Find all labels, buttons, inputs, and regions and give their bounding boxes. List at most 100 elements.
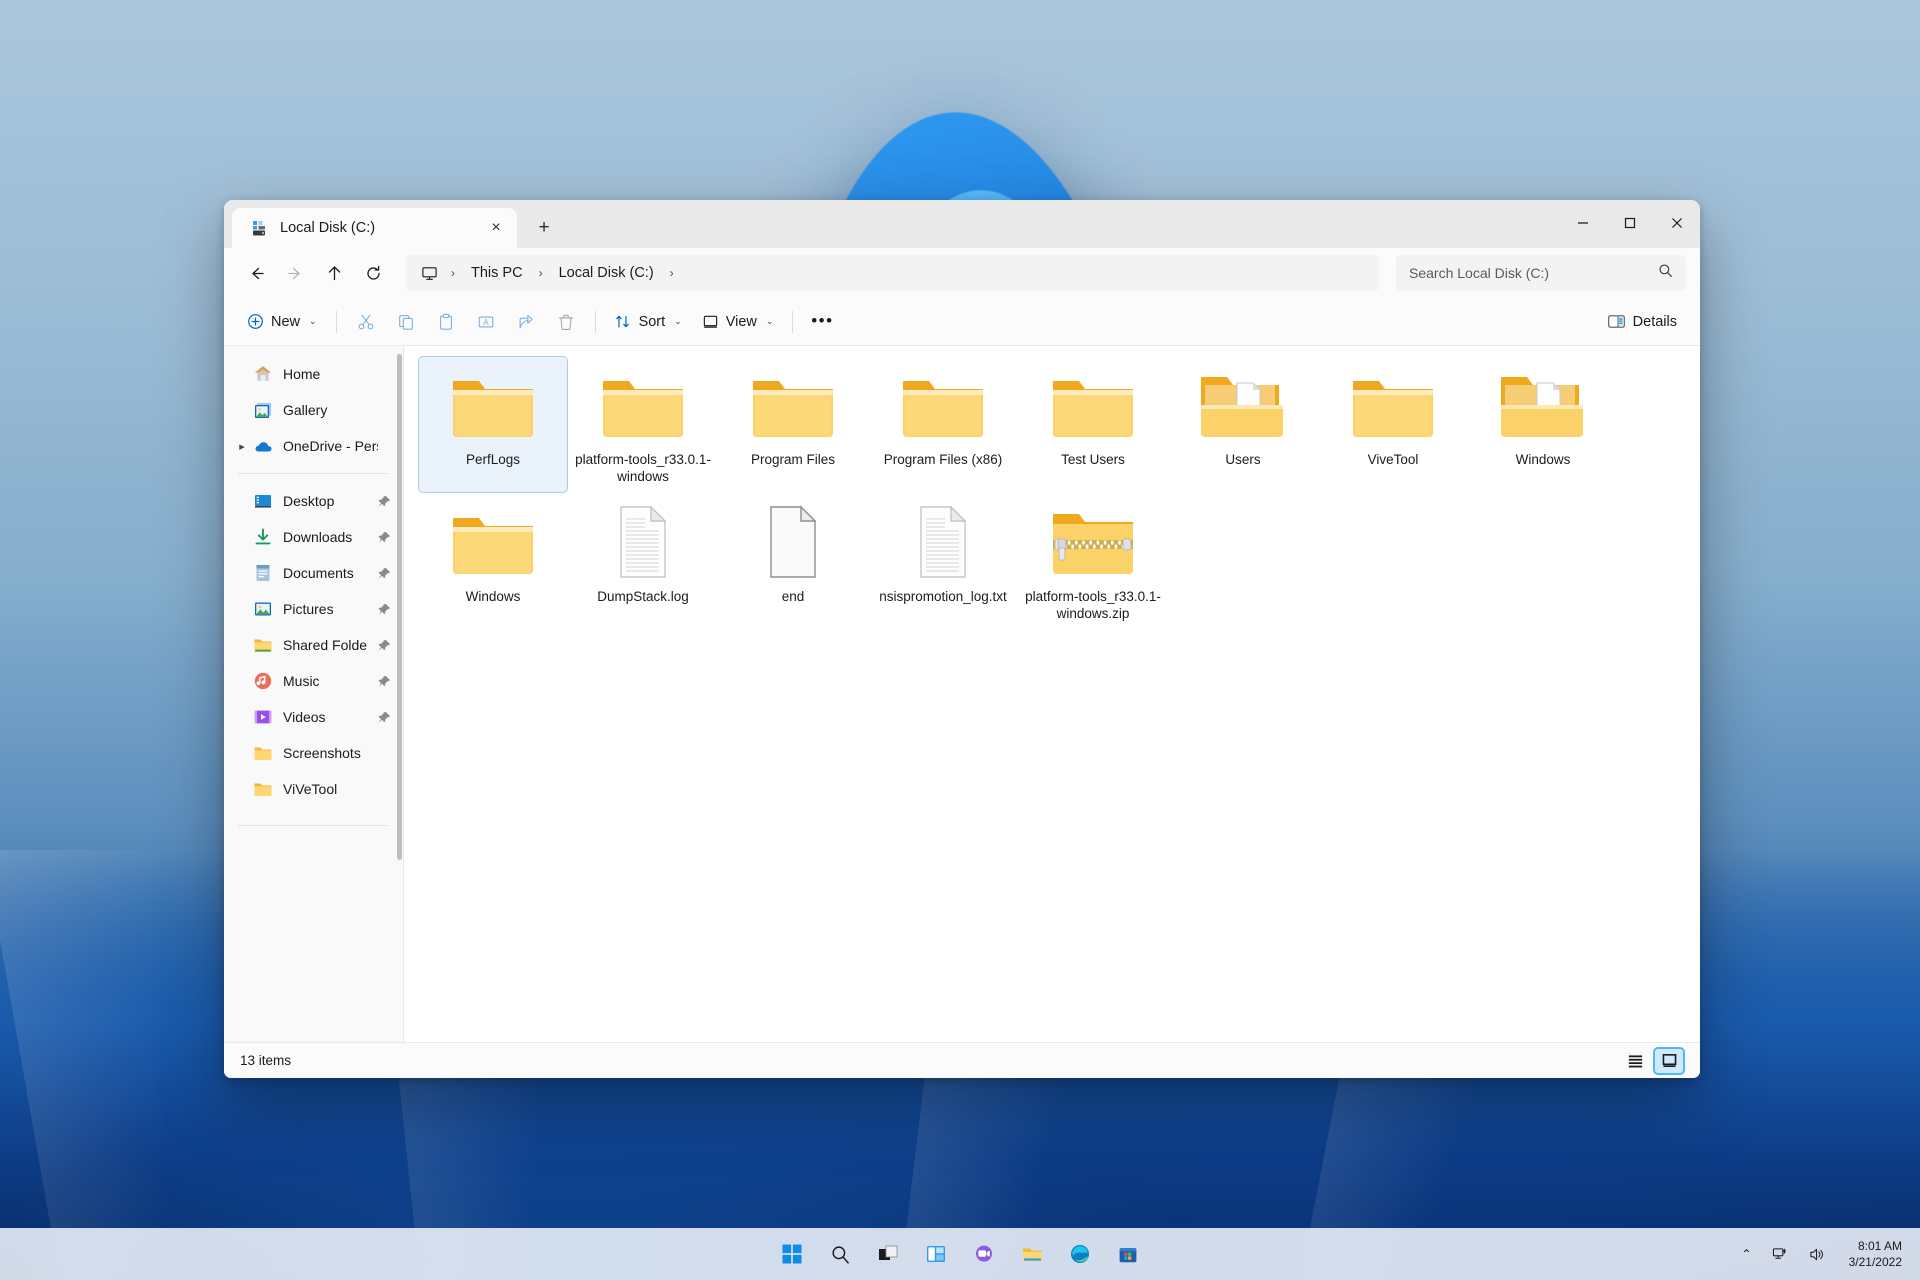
pin-icon[interactable] xyxy=(378,711,396,724)
network-button[interactable] xyxy=(1767,1237,1794,1271)
folder-icon xyxy=(252,742,274,764)
file-list-view[interactable]: PerfLogs platform-tools_r33.0.1-windows … xyxy=(404,346,1700,1042)
file-item[interactable]: Test Users xyxy=(1018,356,1168,493)
edge-button[interactable] xyxy=(1061,1235,1099,1273)
sidebar-item-onedrive[interactable]: ▸ OneDrive - Pers xyxy=(228,428,396,464)
new-button[interactable]: New ⌄ xyxy=(238,305,326,339)
breadcrumb-separator-2[interactable]: › xyxy=(665,266,679,280)
chevron-up-icon: ⌃ xyxy=(1741,1247,1752,1261)
sidebar-item-documents[interactable]: Documents xyxy=(228,555,396,591)
new-tab-button[interactable]: + xyxy=(529,213,559,243)
file-item[interactable]: end xyxy=(718,493,868,630)
videos-icon xyxy=(252,706,274,728)
sidebar-item-gallery[interactable]: Gallery xyxy=(228,392,396,428)
pictures-icon xyxy=(252,598,274,620)
forward-button[interactable] xyxy=(277,255,313,291)
clock-time: 8:01 AM xyxy=(1857,1238,1902,1253)
sidebar-item-label: Pictures xyxy=(283,601,334,617)
clock[interactable]: 8:01 AM 3/21/2022 xyxy=(1841,1234,1910,1274)
sidebar-item-pictures[interactable]: Pictures xyxy=(228,591,396,627)
tab-local-disk-c[interactable]: Local Disk (C:) × xyxy=(232,208,517,248)
file-item[interactable]: DumpStack.log xyxy=(568,493,718,630)
file-item-label: end xyxy=(781,588,805,604)
file-item[interactable]: ViveTool xyxy=(1318,356,1468,493)
window-body: Home Gallery ▸ OneDrive - Pers Desktop D… xyxy=(224,346,1700,1042)
pin-icon[interactable] xyxy=(378,567,396,580)
file-item-label: Test Users xyxy=(1061,452,1125,467)
search-input[interactable] xyxy=(1409,265,1658,281)
sidebar-item-label: Gallery xyxy=(283,402,328,418)
rename-button[interactable]: A xyxy=(467,305,505,339)
folder-icon xyxy=(895,365,991,445)
sort-button[interactable]: Sort ⌄ xyxy=(606,305,691,339)
paste-button[interactable] xyxy=(427,305,465,339)
file-blank-icon xyxy=(745,502,841,582)
pin-icon[interactable] xyxy=(378,639,396,652)
task-view-button[interactable] xyxy=(869,1235,907,1273)
pin-icon[interactable] xyxy=(378,675,396,688)
chat-button[interactable] xyxy=(965,1235,1003,1273)
volume-button[interactable] xyxy=(1804,1237,1831,1271)
sidebar-item-desktop[interactable]: Desktop xyxy=(228,483,396,519)
pin-icon[interactable] xyxy=(378,531,396,544)
sidebar-item-shared-folder[interactable]: Shared Folde xyxy=(228,627,396,663)
file-item[interactable]: Program Files xyxy=(718,356,868,493)
toolbar-divider-3 xyxy=(792,310,794,333)
new-button-label: New xyxy=(271,313,301,330)
file-zip-icon xyxy=(1045,502,1141,582)
search-icon[interactable] xyxy=(1658,263,1673,283)
address-bar[interactable]: › This PC › Local Disk (C:) › xyxy=(406,255,1379,291)
status-bar: 13 items xyxy=(224,1042,1700,1078)
close-window-button[interactable] xyxy=(1653,200,1700,246)
sidebar-item-music[interactable]: Music xyxy=(228,663,396,699)
sidebar-scrollbar[interactable] xyxy=(397,354,402,860)
breadcrumb-this-pc[interactable]: This PC xyxy=(462,261,532,285)
store-button[interactable] xyxy=(1109,1235,1147,1273)
maximize-button[interactable] xyxy=(1606,200,1653,246)
delete-button[interactable] xyxy=(547,305,585,339)
sidebar-item-vivetool[interactable]: ViVeTool xyxy=(228,771,396,807)
view-button[interactable]: View ⌄ xyxy=(693,305,783,339)
details-pane-button[interactable]: Details xyxy=(1598,305,1686,339)
close-tab-button[interactable]: × xyxy=(481,213,511,243)
chevron-down-icon: ⌄ xyxy=(309,316,317,326)
file-item[interactable]: nsispromotion_log.txt xyxy=(868,493,1018,630)
sidebar-item-label: Desktop xyxy=(283,493,335,509)
widgets-button[interactable] xyxy=(917,1235,955,1273)
back-button[interactable] xyxy=(238,255,274,291)
search-button[interactable] xyxy=(821,1235,859,1273)
file-item[interactable]: Program Files (x86) xyxy=(868,356,1018,493)
more-options-button[interactable]: ••• xyxy=(803,305,841,339)
refresh-button[interactable] xyxy=(355,255,391,291)
file-item[interactable]: Windows xyxy=(1468,356,1618,493)
start-button[interactable] xyxy=(773,1235,811,1273)
cut-button[interactable] xyxy=(347,305,385,339)
sidebar-item-videos[interactable]: Videos xyxy=(228,699,396,735)
file-item[interactable]: Users xyxy=(1168,356,1318,493)
folder-icon xyxy=(1345,365,1441,445)
sidebar-item-home[interactable]: Home xyxy=(228,356,396,392)
show-hidden-icons-button[interactable]: ⌃ xyxy=(1737,1237,1757,1271)
system-tray: ⌃ 8:01 AM 3/21/2022 xyxy=(1737,1234,1910,1274)
breadcrumb-local-disk-c[interactable]: Local Disk (C:) xyxy=(550,261,663,285)
file-item[interactable]: PerfLogs xyxy=(418,356,568,493)
file-explorer-button[interactable] xyxy=(1013,1235,1051,1273)
this-pc-icon[interactable] xyxy=(416,260,442,286)
sidebar-item-screenshots[interactable]: Screenshots xyxy=(228,735,396,771)
sidebar-item-downloads[interactable]: Downloads xyxy=(228,519,396,555)
file-item[interactable]: Windows xyxy=(418,493,568,630)
pin-icon[interactable] xyxy=(378,495,396,508)
chevron-right-icon[interactable]: ▸ xyxy=(232,440,252,453)
share-button[interactable] xyxy=(507,305,545,339)
icon-view-toggle[interactable] xyxy=(1653,1046,1685,1075)
copy-button[interactable] xyxy=(387,305,425,339)
minimize-button[interactable] xyxy=(1559,200,1606,246)
file-item[interactable]: platform-tools_r33.0.1-windows.zip xyxy=(1018,493,1168,630)
search-box[interactable] xyxy=(1396,255,1686,291)
clock-date: 3/21/2022 xyxy=(1848,1255,1902,1269)
file-item[interactable]: platform-tools_r33.0.1-windows xyxy=(568,356,718,493)
sidebar-item-label: Downloads xyxy=(283,529,353,545)
list-view-toggle[interactable] xyxy=(1620,1048,1650,1074)
pin-icon[interactable] xyxy=(378,603,396,616)
up-button[interactable] xyxy=(316,255,352,291)
